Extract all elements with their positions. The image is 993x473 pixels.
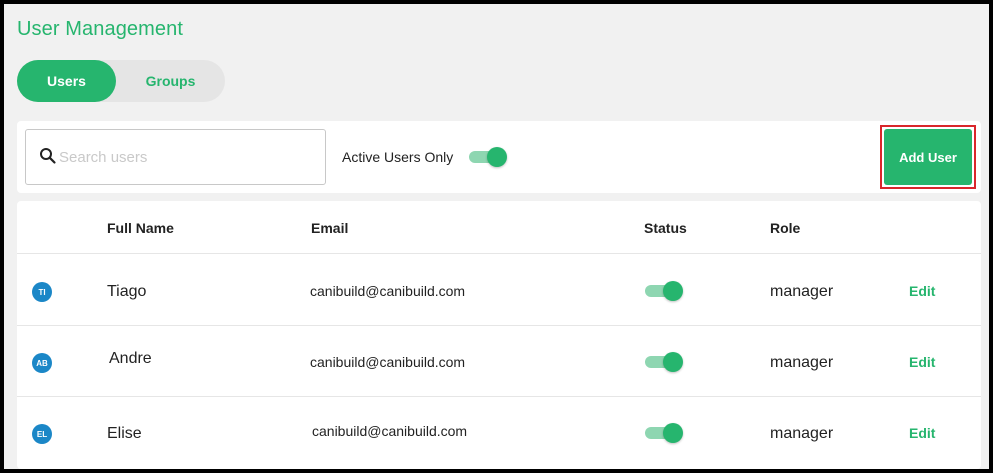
search-box[interactable] <box>25 129 326 185</box>
users-table: Full Name Email Status Role TI Tiago can… <box>17 201 981 469</box>
table-row: TI Tiago canibuild@canibuild.com manager… <box>17 255 981 326</box>
table-header: Full Name Email Status Role <box>17 201 981 254</box>
user-name: Elise <box>107 425 142 442</box>
user-name: Andre <box>109 350 152 367</box>
page-title: User Management <box>17 18 184 40</box>
tab-groups[interactable]: Groups <box>116 60 225 102</box>
active-users-only-label: Active Users Only <box>342 149 454 165</box>
search-input[interactable] <box>59 148 319 166</box>
toolbar: Active Users Only Add User <box>17 121 981 193</box>
status-toggle[interactable] <box>645 281 683 301</box>
status-toggle[interactable] <box>645 352 683 372</box>
header-full-name: Full Name <box>107 220 174 236</box>
header-email: Email <box>311 220 349 236</box>
edit-link[interactable]: Edit <box>909 354 935 370</box>
avatar: EL <box>32 424 52 444</box>
edit-link[interactable]: Edit <box>909 425 935 441</box>
tab-users[interactable]: Users <box>17 60 116 102</box>
user-email: canibuild@canibuild.com <box>312 423 468 439</box>
tab-bar: Users Groups <box>17 60 225 102</box>
user-role: manager <box>770 283 834 300</box>
user-name: Tiago <box>107 283 147 300</box>
avatar: AB <box>32 353 52 373</box>
active-users-only-toggle[interactable] <box>469 147 507 167</box>
edit-link[interactable]: Edit <box>909 283 935 299</box>
user-role: manager <box>770 354 834 371</box>
user-email: canibuild@canibuild.com <box>310 283 466 299</box>
toggle-knob <box>663 423 683 443</box>
toggle-knob <box>663 352 683 372</box>
search-icon <box>40 148 56 164</box>
avatar: TI <box>32 282 52 302</box>
header-status: Status <box>644 220 687 236</box>
toggle-knob <box>663 281 683 301</box>
app-frame: User Management Users Groups Active User… <box>4 4 989 469</box>
user-role: manager <box>770 425 834 442</box>
status-toggle[interactable] <box>645 423 683 443</box>
table-row: EL Elise canibuild@canibuild.com manager… <box>17 397 981 468</box>
table-row: AB Andre canibuild@canibuild.com manager… <box>17 326 981 397</box>
add-user-highlight: Add User <box>880 125 976 189</box>
user-email: canibuild@canibuild.com <box>310 354 466 370</box>
add-user-button[interactable]: Add User <box>884 129 972 185</box>
header-role: Role <box>770 220 801 236</box>
toggle-knob <box>487 147 507 167</box>
